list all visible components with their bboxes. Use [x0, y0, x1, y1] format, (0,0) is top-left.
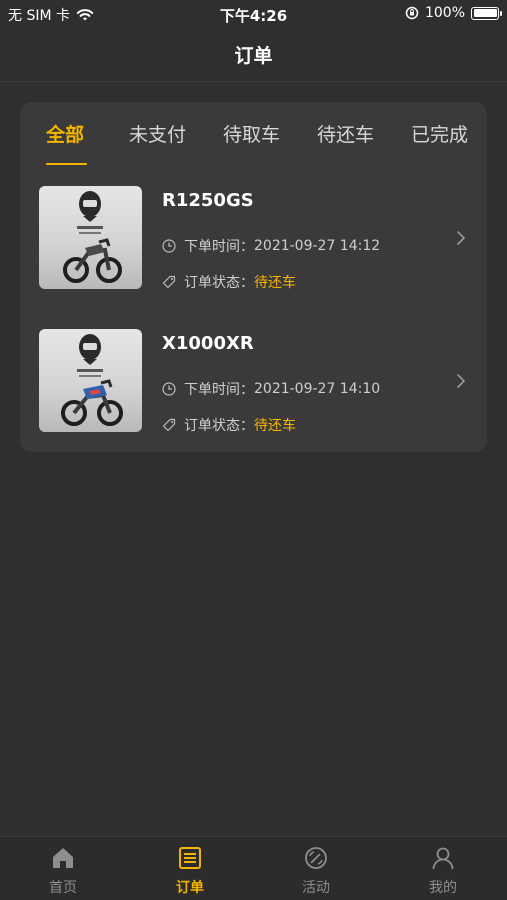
- motorcycle-image: [61, 334, 123, 426]
- bottom-tab-label: 我的: [429, 880, 457, 896]
- motorcycle-thumbnail: [39, 329, 142, 432]
- bottom-tab-bar: 首页 订单 活动 我的: [0, 836, 507, 900]
- nav-bar: 订单: [0, 28, 507, 82]
- motorcycle-thumbnail: [39, 186, 142, 289]
- profile-icon: [432, 847, 454, 870]
- order-tabs: 全部 未支付 待取车 待还车 已完成: [20, 102, 487, 166]
- chevron-right-icon[interactable]: [455, 230, 467, 246]
- bottom-tab-activity[interactable]: 活动: [276, 845, 356, 897]
- orders-card: 全部 未支付 待取车 待还车 已完成 R1250GS 下单时间： 2021-09…: [20, 102, 487, 452]
- order-status-label: 订单状态：: [184, 418, 254, 434]
- tab-unpaid[interactable]: 未支付: [129, 120, 186, 147]
- order-time-row: 下单时间： 2021-09-27 14:10: [162, 379, 380, 399]
- tab-pending-pickup[interactable]: 待取车: [223, 120, 280, 147]
- tag-icon: [162, 418, 176, 432]
- order-time-value: 2021-09-27 14:10: [254, 381, 381, 397]
- activity-icon: [305, 847, 327, 869]
- tab-pending-return[interactable]: 待还车: [317, 120, 374, 147]
- order-item[interactable]: X1000XR 下单时间： 2021-09-27 14:10 订单状态： 待还车: [20, 329, 487, 439]
- bottom-tab-home[interactable]: 首页: [23, 845, 103, 897]
- order-icon: [179, 847, 201, 869]
- home-icon: [53, 848, 73, 868]
- tab-all[interactable]: 全部: [46, 120, 84, 147]
- order-title: X1000XR: [162, 333, 254, 354]
- order-time-value: 2021-09-27 14:12: [254, 238, 381, 254]
- order-time-label: 下单时间：: [184, 239, 254, 255]
- battery-icon: [471, 6, 502, 20]
- order-status-label: 订单状态：: [184, 275, 254, 291]
- bottom-tab-label: 活动: [302, 880, 330, 896]
- chevron-right-icon[interactable]: [455, 373, 467, 389]
- page-title: 订单: [234, 45, 273, 67]
- order-time-row: 下单时间： 2021-09-27 14:12: [162, 236, 380, 256]
- bottom-tab-label: 首页: [49, 880, 77, 896]
- order-title: R1250GS: [162, 190, 254, 211]
- bottom-tab-profile[interactable]: 我的: [403, 845, 483, 897]
- motorcycle-image: [63, 191, 122, 283]
- order-status-value: 待还车: [254, 275, 296, 291]
- order-item[interactable]: R1250GS 下单时间： 2021-09-27 14:12 订单状态： 待还车: [20, 186, 487, 296]
- tab-active-indicator: [46, 163, 87, 165]
- status-right: 100%: [405, 5, 502, 21]
- status-bar: 无 SIM 卡 下午4:26 100%: [0, 0, 507, 28]
- order-status-value: 待还车: [254, 418, 296, 434]
- clock-icon: [162, 382, 176, 396]
- bottom-tab-label: 订单: [176, 880, 204, 896]
- tag-icon: [162, 275, 176, 289]
- order-status-row: 订单状态： 待还车: [162, 272, 296, 292]
- orientation-lock-icon: [405, 6, 419, 20]
- battery-percent: 100%: [424, 5, 465, 21]
- clock-icon: [162, 239, 176, 253]
- tab-completed[interactable]: 已完成: [411, 120, 468, 147]
- order-status-row: 订单状态： 待还车: [162, 415, 296, 435]
- bottom-tab-orders[interactable]: 订单: [150, 845, 230, 897]
- order-time-label: 下单时间：: [184, 382, 254, 398]
